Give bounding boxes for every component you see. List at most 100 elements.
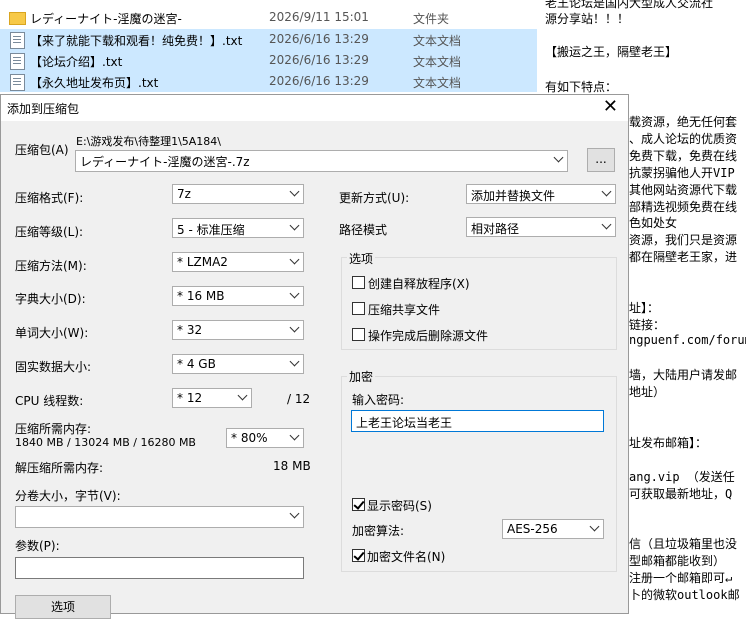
method-value: * LZMA2 [177, 255, 228, 269]
memory-select[interactable]: * 80% [226, 428, 304, 448]
cpu-select[interactable]: * 12 [172, 388, 252, 408]
chevron-down-icon[interactable] [237, 390, 248, 401]
chevron-down-icon[interactable] [289, 430, 300, 441]
notepad-line: 址】： [629, 301, 660, 315]
encrypt-names-checkbox[interactable] [352, 549, 365, 562]
format-value: 7z [177, 187, 191, 201]
memory-value: * 80% [231, 431, 268, 445]
file-explorer: レディーナイト-淫魔の迷宮- 2026/9/11 15:01 文件夹 【来了就能… [0, 0, 537, 96]
dict-select[interactable]: * 16 MB [172, 286, 304, 306]
cpu-max: / 12 [287, 392, 311, 406]
params-label: 参数(P): [15, 539, 60, 553]
archive-name-value: レディーナイト-淫魔の迷宮-.7z [80, 155, 250, 169]
chevron-down-icon[interactable] [289, 322, 300, 333]
dialog-titlebar[interactable]: 添加到压缩包 ✕ [1, 95, 628, 121]
file-row-txt-2[interactable]: 【论坛介绍】.txt 2026/6/16 13:29 文本文档 [0, 50, 537, 71]
notepad-line: 型邮箱都能收到） [629, 554, 726, 568]
file-row-txt-1[interactable]: 【来了就能下载和观看！纯免费！】.txt 2026/6/16 13:29 文本文… [0, 29, 537, 50]
method-select[interactable]: * LZMA2 [172, 252, 304, 272]
word-label: 单词大小(W): [15, 326, 89, 340]
show-password-checkbox[interactable] [352, 498, 365, 511]
notepad-line: 、成人论坛的优质资 [629, 132, 738, 146]
password-value: 上老王论坛当老王 [356, 416, 453, 430]
pathmode-select[interactable]: 相对路径 [466, 217, 616, 237]
file-row-folder[interactable]: レディーナイト-淫魔の迷宮- 2026/9/11 15:01 文件夹 [0, 7, 537, 28]
password-input[interactable]: 上老王论坛当老王 [351, 410, 604, 432]
shared-files-checkbox[interactable] [352, 302, 365, 315]
level-label: 压缩等级(L): [15, 225, 84, 239]
archive-path: E:\游戏发布\待整理1\5A184\ [76, 135, 221, 148]
update-select[interactable]: 添加并替换文件 [466, 184, 616, 204]
chevron-down-icon[interactable] [289, 508, 300, 519]
file-date: 2026/9/11 15:01 [269, 10, 369, 24]
notepad-line: 其他网站资源代下载 [629, 183, 738, 197]
level-value: 5 - 标准压缩 [177, 223, 245, 237]
chevron-down-icon[interactable] [289, 254, 300, 265]
notepad-line: 资源，我们只是资源 [629, 233, 738, 247]
solid-select[interactable]: * 4 GB [172, 354, 304, 374]
add-to-archive-dialog: 添加到压缩包 ✕ 压缩包(A) E:\游戏发布\待整理1\5A184\ レディー… [0, 94, 629, 619]
chevron-down-icon[interactable] [289, 288, 300, 299]
notepad-line: 有如下特点： [545, 80, 618, 94]
chevron-down-icon[interactable] [289, 220, 300, 231]
close-icon[interactable]: ✕ [603, 96, 618, 118]
notepad-line: 地址） [629, 385, 666, 399]
file-date: 2026/6/16 13:29 [269, 74, 369, 88]
text-file-icon [10, 53, 25, 70]
password-label: 输入密码: [352, 393, 405, 407]
file-name: 【论坛介绍】.txt [30, 55, 123, 69]
chevron-down-icon[interactable] [601, 219, 612, 230]
word-select[interactable]: * 32 [172, 320, 304, 340]
notepad-line: ngpuenf.com/forum [629, 333, 746, 347]
solid-value: * 4 GB [177, 357, 216, 371]
format-select[interactable]: 7z [172, 184, 304, 204]
dialog-title: 添加到压缩包 [7, 102, 80, 116]
file-row-txt-3[interactable]: 【永久地址发布页】.txt 2026/6/16 13:29 文本文档 [0, 71, 537, 92]
notepad-line: 【搬运之王，隔壁老王】 [545, 45, 678, 59]
delete-source-checkbox[interactable] [352, 328, 365, 341]
options-group-title: 选项 [347, 250, 376, 267]
browse-button[interactable]: ... [587, 148, 615, 172]
memory-detail: 1840 MB / 13024 MB / 16280 MB [15, 436, 196, 449]
notepad-line: 都在隔壁老王家，进 [629, 250, 738, 264]
notepad-line: 链接： [629, 318, 666, 332]
dict-label: 字典大小(D): [15, 292, 86, 306]
chevron-down-icon[interactable] [289, 356, 300, 367]
chevron-down-icon[interactable] [289, 186, 300, 197]
options-button[interactable]: 选项 [15, 595, 111, 619]
shared-files-label: 压缩共享文件 [368, 303, 441, 317]
encryption-method-value: AES-256 [507, 522, 558, 536]
file-date: 2026/6/16 13:29 [269, 53, 369, 67]
notepad-line: 注册一个邮箱即可↵ [629, 571, 733, 585]
archive-name-combo[interactable]: レディーナイト-淫魔の迷宮-.7z [75, 150, 568, 172]
volume-combo[interactable] [15, 506, 304, 528]
encryption-method-label: 加密算法: [352, 524, 405, 538]
sfx-label: 创建自释放程序(X) [368, 277, 470, 291]
update-value: 添加并替换文件 [471, 189, 556, 203]
encryption-method-select[interactable]: AES-256 [502, 519, 604, 539]
notepad-line: 卜的微软outlook邮 [629, 588, 740, 602]
level-select[interactable]: 5 - 标准压缩 [172, 218, 304, 238]
file-type: 文本文档 [413, 34, 462, 48]
sfx-checkbox[interactable] [352, 276, 365, 289]
notepad-line: 抗蒙拐骗他人开VIP [629, 166, 735, 180]
decompress-label: 解压缩所需内存: [15, 461, 104, 475]
encrypt-names-label: 加密文件名(N) [367, 550, 446, 564]
notepad-line: 免费下载，免费在线 [629, 149, 738, 163]
format-label: 压缩格式(F): [15, 191, 84, 205]
decompress-value: 18 MB [273, 459, 311, 473]
file-name: 【永久地址发布页】.txt [30, 76, 159, 90]
notepad-line: 部精选视频免费在线 [629, 200, 738, 214]
file-date: 2026/6/16 13:29 [269, 32, 369, 46]
notepad-line: 墙，大陆用户请发邮 [629, 368, 738, 382]
chevron-down-icon[interactable] [601, 186, 612, 197]
chevron-down-icon[interactable] [589, 521, 600, 532]
pathmode-label: 路径模式 [339, 223, 388, 237]
archive-label: 压缩包(A) [15, 143, 69, 157]
file-type: 文本文档 [413, 55, 462, 69]
dict-value: * 16 MB [177, 289, 225, 303]
params-input[interactable] [15, 557, 304, 579]
text-file-icon [10, 74, 25, 91]
volume-label: 分卷大小，字节(V): [15, 489, 121, 503]
chevron-down-icon[interactable] [553, 152, 564, 163]
